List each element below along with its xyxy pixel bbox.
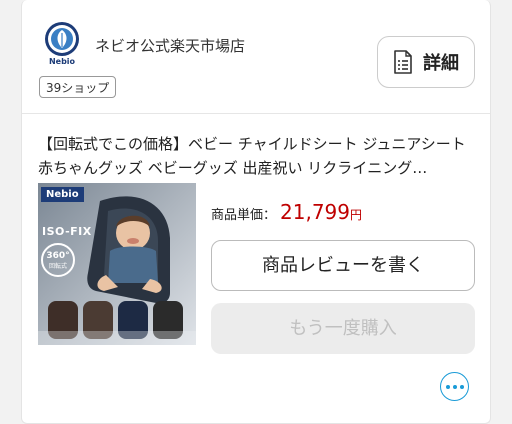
- logo-text: Nebio: [48, 57, 76, 66]
- dot: [459, 384, 464, 389]
- price-unit: 円: [350, 208, 363, 222]
- order-card: Nebio ネビオ公式楽天市場店 39ショップ 詳細 【回転式でこの価格】ベビー…: [21, 0, 491, 424]
- detail-button[interactable]: 詳細: [377, 36, 475, 88]
- shop-tag-badge: 39ショップ: [39, 76, 117, 98]
- brand-badge: Nebio: [41, 187, 84, 202]
- rotation-badge: 360° 回転式: [41, 243, 75, 277]
- document-list-icon: [394, 50, 412, 74]
- buy-again-button[interactable]: もう一度購入: [211, 303, 475, 354]
- price-label: 商品単価：: [211, 208, 277, 223]
- more-horizontal-icon[interactable]: [440, 372, 469, 401]
- dot: [452, 384, 457, 389]
- rotation-badge-value: 360°: [46, 251, 70, 261]
- detail-button-label: 詳細: [423, 53, 459, 74]
- isofix-badge: ISO-FIX: [42, 225, 92, 238]
- price-row: 商品単価： 21,799円: [211, 200, 362, 224]
- dot: [445, 384, 450, 389]
- divider: [22, 113, 490, 114]
- product-title[interactable]: 【回転式でこの価格】ベビー チャイルドシート ジュニアシート 赤ちゃんグッズ ベ…: [38, 132, 478, 180]
- shop-name[interactable]: ネビオ公式楽天市場店: [95, 35, 245, 56]
- shop-logo[interactable]: Nebio: [41, 20, 83, 68]
- rotation-badge-sub: 回転式: [48, 263, 67, 270]
- product-image[interactable]: Nebio ISO-FIX 360° 回転式: [38, 183, 196, 345]
- write-review-button[interactable]: 商品レビューを書く: [211, 240, 475, 291]
- price-value: 21,799: [280, 200, 350, 224]
